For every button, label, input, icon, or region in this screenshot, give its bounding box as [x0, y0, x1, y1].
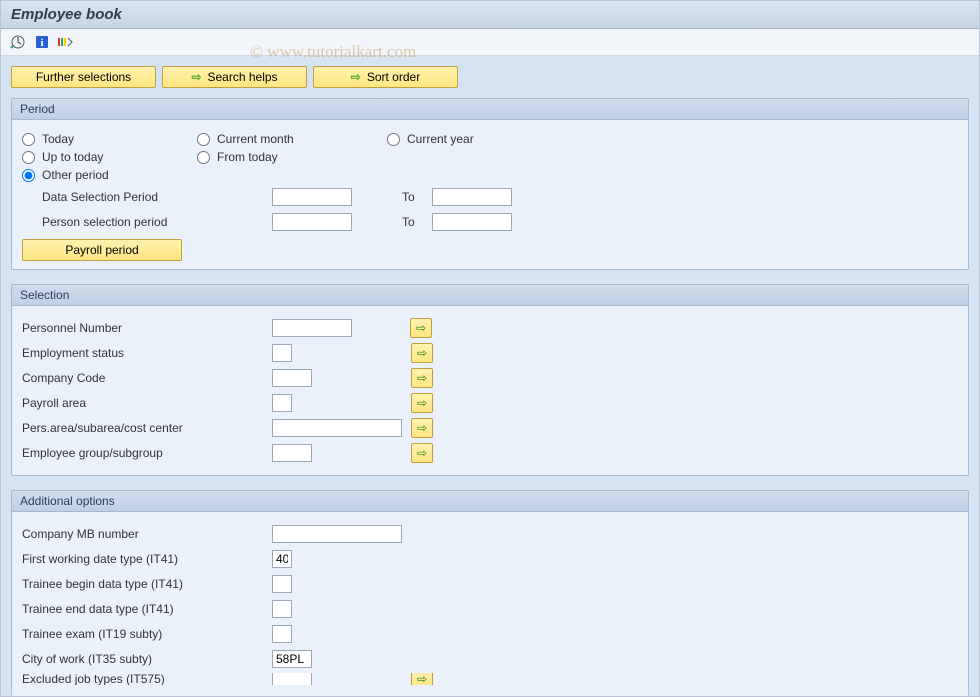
arrow-right-icon: ⇨ [351, 70, 361, 84]
sort-order-label: Sort order [367, 70, 420, 84]
to-label: To [402, 190, 432, 204]
to-label: To [402, 215, 432, 229]
first-working-input[interactable] [272, 550, 292, 568]
sort-order-button[interactable]: ⇨ Sort order [313, 66, 458, 88]
multiple-selection-button[interactable]: ⇨ [411, 673, 433, 685]
radio-from-today[interactable]: From today [197, 150, 387, 164]
period-legend: Period [12, 99, 968, 120]
payroll-period-button[interactable]: Payroll period [22, 239, 182, 261]
multiple-selection-button[interactable]: ⇨ [411, 443, 433, 463]
trainee-exam-input[interactable] [272, 625, 292, 643]
company-mb-input[interactable] [272, 525, 402, 543]
pers-area-input[interactable] [272, 419, 402, 437]
company-code-input[interactable] [272, 369, 312, 387]
person-selection-from-input[interactable] [272, 213, 352, 231]
svg-text:i: i [40, 37, 43, 49]
trainee-begin-label: Trainee begin data type (IT41) [22, 577, 272, 591]
arrow-right-icon: ⇨ [191, 70, 201, 84]
multiple-selection-button[interactable]: ⇨ [411, 343, 433, 363]
additional-legend: Additional options [12, 491, 968, 512]
data-selection-from-input[interactable] [272, 188, 352, 206]
radio-current-year[interactable]: Current year [387, 132, 587, 146]
arrow-right-icon: ⇨ [417, 421, 427, 435]
trainee-begin-input[interactable] [272, 575, 292, 593]
person-selection-label: Person selection period [22, 215, 272, 229]
arrow-right-icon: ⇨ [416, 321, 426, 335]
selection-legend: Selection [12, 285, 968, 306]
employment-status-input[interactable] [272, 344, 292, 362]
selection-buttons: Further selections ⇨ Search helps ⇨ Sort… [11, 66, 969, 88]
city-of-work-label: City of work (IT35 subty) [22, 652, 272, 666]
radio-up-to-today[interactable]: Up to today [22, 150, 197, 164]
trainee-end-label: Trainee end data type (IT41) [22, 602, 272, 616]
arrow-right-icon: ⇨ [417, 371, 427, 385]
body-area: Further selections ⇨ Search helps ⇨ Sort… [1, 56, 979, 696]
data-selection-label: Data Selection Period [22, 190, 272, 204]
additional-options-group: Additional options Company MB number Fir… [11, 490, 969, 696]
city-of-work-input[interactable] [272, 650, 312, 668]
company-code-label: Company Code [22, 371, 272, 385]
selection-group: Selection Personnel Number ⇨ Employment … [11, 284, 969, 476]
page-title: Employee book [1, 1, 979, 29]
further-selections-label: Further selections [36, 70, 131, 84]
radio-current-month[interactable]: Current month [197, 132, 387, 146]
personnel-number-label: Personnel Number [22, 321, 272, 335]
personnel-number-input[interactable] [272, 319, 352, 337]
multiple-selection-button[interactable]: ⇨ [411, 393, 433, 413]
arrow-right-icon: ⇨ [417, 396, 427, 410]
arrow-right-icon: ⇨ [417, 446, 427, 460]
radio-today[interactable]: Today [22, 132, 197, 146]
employee-group-input[interactable] [272, 444, 312, 462]
execute-icon[interactable] [9, 33, 27, 51]
search-helps-label: Search helps [208, 70, 278, 84]
trainee-exam-label: Trainee exam (IT19 subty) [22, 627, 272, 641]
app-window: Employee book i © www.tutorialkart.com F… [0, 0, 980, 697]
multiple-selection-button[interactable]: ⇨ [411, 368, 433, 388]
multiple-selection-button[interactable]: ⇨ [410, 318, 432, 338]
employment-status-label: Employment status [22, 346, 272, 360]
list-icon[interactable] [57, 33, 75, 51]
search-helps-button[interactable]: ⇨ Search helps [162, 66, 307, 88]
excluded-job-input[interactable] [272, 673, 312, 685]
arrow-right-icon: ⇨ [417, 673, 427, 685]
further-selections-button[interactable]: Further selections [11, 66, 156, 88]
pers-area-label: Pers.area/subarea/cost center [22, 421, 272, 435]
excluded-job-label: Excluded job types (IT575) [22, 673, 272, 685]
person-selection-to-input[interactable] [432, 213, 512, 231]
toolbar: i [1, 29, 979, 56]
period-group: Period Today Current month Current year … [11, 98, 969, 270]
trainee-end-input[interactable] [272, 600, 292, 618]
payroll-area-input[interactable] [272, 394, 292, 412]
employee-group-label: Employee group/subgroup [22, 446, 272, 460]
multiple-selection-button[interactable]: ⇨ [411, 418, 433, 438]
data-selection-to-input[interactable] [432, 188, 512, 206]
first-working-label: First working date type (IT41) [22, 552, 272, 566]
info-icon[interactable]: i [33, 33, 51, 51]
company-mb-label: Company MB number [22, 527, 272, 541]
radio-other-period[interactable]: Other period [22, 168, 197, 182]
payroll-area-label: Payroll area [22, 396, 272, 410]
arrow-right-icon: ⇨ [417, 346, 427, 360]
